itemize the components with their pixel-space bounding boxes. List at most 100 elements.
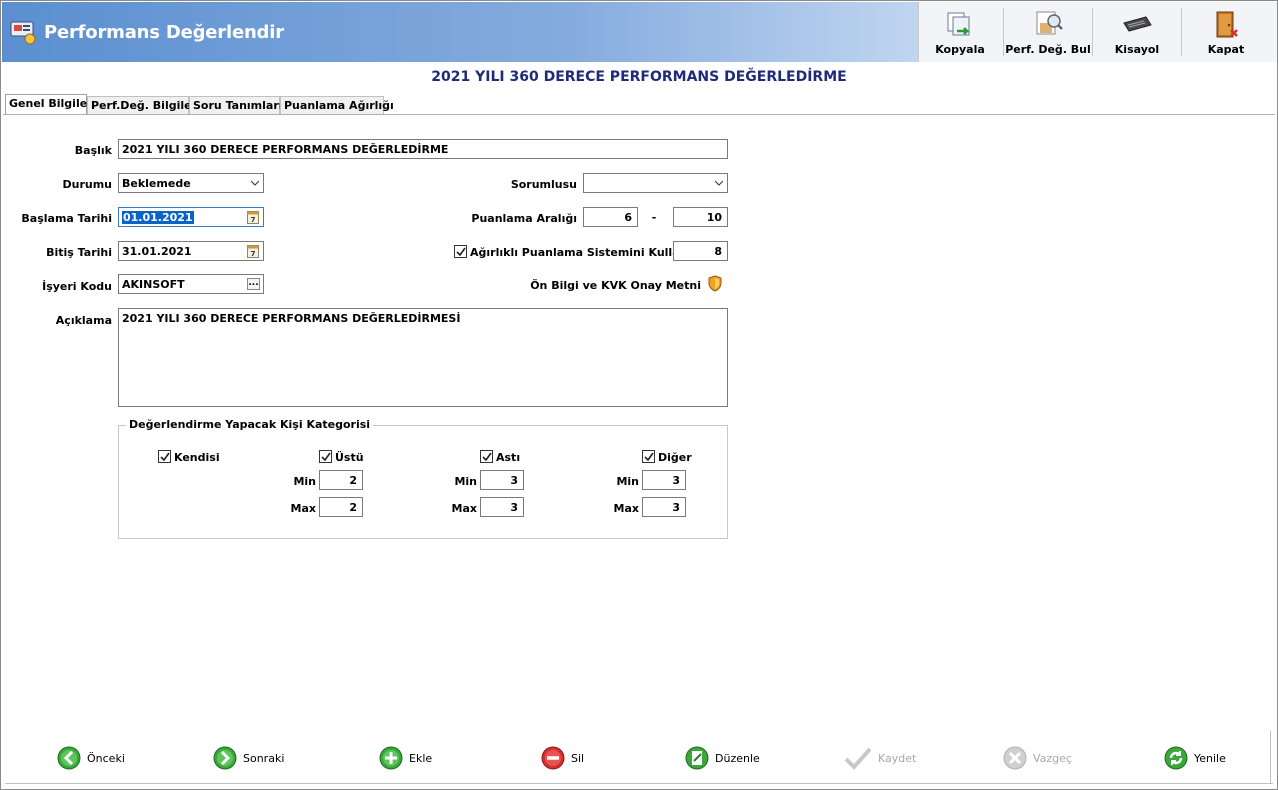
minus-icon	[541, 746, 565, 770]
puanlama-min-field[interactable]: 6	[583, 207, 638, 227]
isyeri-kodu-label: İşyeri Kodu	[42, 280, 112, 293]
kendisi-label[interactable]: Kendisi	[174, 451, 220, 464]
app-logo-icon	[10, 21, 36, 45]
asti-min-label: Min	[454, 475, 477, 488]
page-title: 2021 YILI 360 DERECE PERFORMANS DEĞERLED…	[431, 69, 847, 85]
agirlikli-value-field[interactable]: 8	[673, 241, 728, 261]
next-label: Sonraki	[243, 751, 285, 765]
tab-divider	[3, 114, 1275, 115]
right-divider	[1270, 731, 1271, 783]
add-button[interactable]: Ekle	[379, 741, 432, 775]
bitis-tarihi-value: 31.01.2021	[122, 245, 192, 258]
svg-text:7: 7	[251, 216, 256, 224]
puanlama-araligi-label: Puanlama Aralığı	[471, 212, 577, 225]
baslama-tarihi-field[interactable]: 01.01.2021 7	[118, 207, 264, 227]
next-button[interactable]: Sonraki	[213, 741, 284, 775]
cancel-icon	[1003, 746, 1027, 770]
copy-button[interactable]: Kopyala	[919, 2, 1001, 62]
refresh-icon	[1164, 746, 1188, 770]
range-dash: -	[651, 211, 657, 224]
edit-button[interactable]: Düzenle	[685, 741, 760, 775]
durumu-value: Beklemede	[122, 177, 191, 190]
asti-min-field[interactable]: 3	[480, 470, 524, 490]
diger-checkbox[interactable]	[642, 450, 655, 463]
previous-button[interactable]: Önceki	[57, 741, 125, 775]
diger-min-field[interactable]: 3	[642, 470, 686, 490]
asti-checkbox[interactable]	[480, 450, 493, 463]
cancel-button[interactable]: Vazgeç	[1003, 741, 1072, 775]
chevron-down-icon	[251, 180, 259, 186]
durumu-select[interactable]: Beklemede	[118, 173, 264, 193]
tab-puanlama-agirligi[interactable]: Puanlama Ağırlığı	[280, 96, 394, 114]
calendar-icon[interactable]: 7	[247, 210, 259, 224]
category-group-title: Değerlendirme Yapacak Kişi Kategorisi	[126, 418, 374, 431]
ustu-checkbox[interactable]	[319, 450, 332, 463]
shortcut-button[interactable]: Kisayol	[1094, 2, 1180, 62]
arrow-right-icon	[213, 746, 237, 770]
asti-label[interactable]: Astı	[496, 451, 520, 464]
diger-max-label: Max	[613, 502, 639, 515]
keyboard-icon	[1123, 16, 1152, 32]
door-exit-icon	[1216, 11, 1238, 38]
chevron-down-icon	[715, 180, 723, 186]
edit-icon	[685, 746, 709, 770]
add-label: Ekle	[409, 751, 433, 765]
checkmark-icon	[456, 247, 466, 257]
title-bar: Performans Değerlendir Kopyala Perf. Değ…	[2, 2, 1277, 62]
find-icon	[1036, 11, 1063, 35]
bitis-tarihi-field[interactable]: 31.01.2021 7	[118, 241, 264, 261]
sorumlusu-select[interactable]	[583, 173, 728, 193]
find-performance-button[interactable]: Perf. Değ. Bul	[1005, 2, 1091, 62]
aciklama-textarea[interactable]: 2021 YILI 360 DERECE PERFORMANS DEĞERLED…	[118, 308, 728, 407]
calendar-icon[interactable]: 7	[247, 244, 259, 258]
asti-max-label: Max	[451, 502, 477, 515]
shield-icon[interactable]	[708, 275, 722, 292]
asti-max-field[interactable]: 3	[480, 497, 524, 517]
refresh-button[interactable]: Yenile	[1164, 741, 1226, 775]
kendisi-checkbox[interactable]	[158, 450, 171, 463]
copy-icon	[947, 12, 971, 36]
tab-perf-deg-bilgileri[interactable]: Perf.Değ. Bilgileri	[87, 96, 201, 114]
baslama-tarihi-label: Başlama Tarihi	[21, 212, 112, 225]
delete-label: Sil	[571, 751, 585, 765]
baslik-field[interactable]: 2021 YILI 360 DERECE PERFORMANS DEĞERLED…	[118, 139, 728, 159]
shortcut-label: Kisayol	[1114, 43, 1160, 56]
aciklama-label: Açıklama	[55, 314, 112, 327]
bottom-divider	[5, 783, 1273, 784]
tab-soru-tanimlari[interactable]: Soru Tanımları	[189, 96, 283, 114]
toolbar: Kopyala Perf. Değ. Bul Kisayol Kapat	[918, 2, 1277, 62]
find-label: Perf. Değ. Bul	[1005, 43, 1091, 56]
ustu-label[interactable]: Üstü	[335, 451, 364, 464]
checkmark-icon	[644, 452, 654, 462]
puanlama-max-field[interactable]: 10	[673, 207, 728, 227]
diger-label[interactable]: Diğer	[658, 451, 692, 464]
browse-ellipsis-button[interactable]: ...	[247, 278, 260, 290]
close-button[interactable]: Kapat	[1183, 2, 1269, 62]
checkmark-icon	[321, 452, 331, 462]
refresh-label: Yenile	[1194, 751, 1226, 765]
cancel-label: Vazgeç	[1033, 751, 1072, 765]
save-button[interactable]: Kaydet	[844, 741, 916, 775]
tab-genel-bilgiler[interactable]: Genel Bilgiler	[5, 94, 93, 115]
plus-icon	[379, 746, 403, 770]
ustu-max-field[interactable]: 2	[319, 497, 363, 517]
onbilgi-label: Ön Bilgi ve KVK Onay Metni	[530, 279, 701, 292]
diger-max-field[interactable]: 3	[642, 497, 686, 517]
durumu-label: Durumu	[62, 178, 112, 191]
baslik-label: Başlık	[74, 144, 112, 157]
previous-label: Önceki	[87, 751, 125, 765]
toolbar-separator	[1181, 8, 1182, 56]
bitis-tarihi-label: Bitiş Tarihi	[46, 246, 112, 259]
agirlikli-checkbox[interactable]	[454, 245, 467, 258]
agirlikli-label[interactable]: Ağırlıklı Puanlama Sistemini Kullan	[470, 246, 687, 259]
toolbar-separator	[1003, 8, 1004, 56]
save-label: Kaydet	[878, 751, 917, 765]
ustu-min-field[interactable]: 2	[319, 470, 363, 490]
checkmark-icon	[844, 747, 872, 770]
svg-text:7: 7	[251, 250, 256, 258]
delete-button[interactable]: Sil	[541, 741, 584, 775]
window-title: Performans Değerlendir	[44, 22, 284, 43]
ustu-max-label: Max	[290, 502, 316, 515]
isyeri-kodu-field[interactable]: AKINSOFT ...	[118, 274, 264, 294]
edit-label: Düzenle	[715, 751, 760, 765]
